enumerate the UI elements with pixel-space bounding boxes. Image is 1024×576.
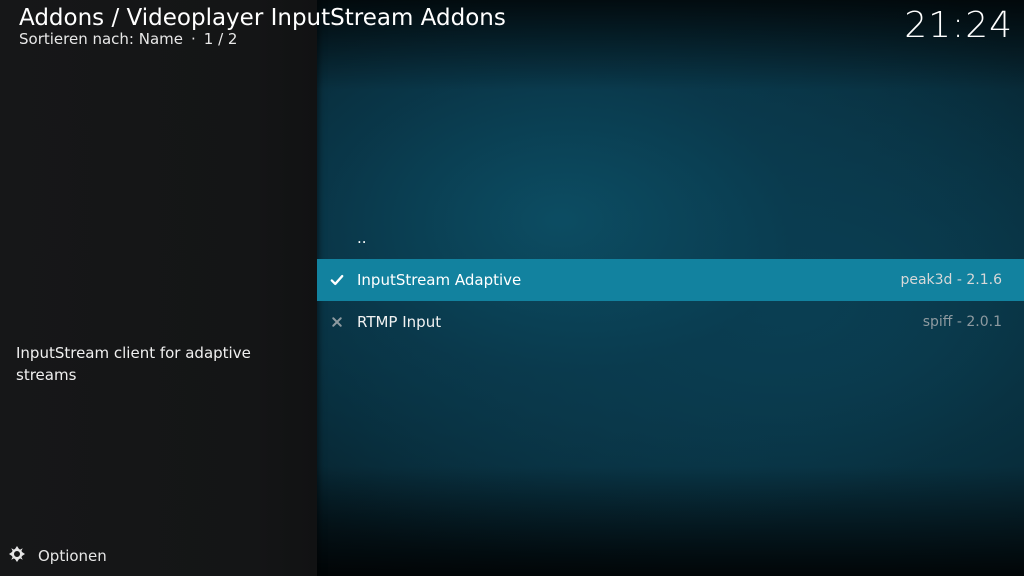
list-item-label: InputStream Adaptive (357, 271, 522, 289)
options-gear-icon (8, 545, 26, 567)
options-label: Optionen (38, 547, 107, 565)
clock: 21:24 (904, 5, 1013, 46)
sort-label: Sortieren nach: Name (19, 30, 184, 48)
page-counter: 1 / 2 (203, 30, 238, 48)
list-item-parent[interactable]: .. (317, 217, 1024, 259)
separator-dot: · (191, 30, 196, 48)
list-item-version: peak3d - 2.1.6 (900, 272, 1002, 288)
parent-folder-label: .. (357, 229, 367, 247)
list-item-version: spiff - 2.0.1 (922, 314, 1002, 330)
addon-description: InputStream client for adaptive streams (16, 344, 251, 384)
list-item-label: RTMP Input (357, 313, 442, 331)
cross-icon (329, 314, 345, 330)
addon-list: .. InputStream Adaptive peak3d - 2.1.6 R… (317, 217, 1024, 343)
list-item-inputstream-adaptive[interactable]: InputStream Adaptive peak3d - 2.1.6 (317, 259, 1024, 301)
info-panel (0, 0, 317, 576)
options-button[interactable]: Optionen (8, 542, 107, 570)
list-item-rtmp-input[interactable]: RTMP Input spiff - 2.0.1 (317, 301, 1024, 343)
check-icon (329, 272, 345, 288)
page-title: Addons / Videoplayer InputStream Addons (19, 5, 506, 31)
sort-info: Sortieren nach: Name · 1 / 2 (19, 30, 237, 48)
